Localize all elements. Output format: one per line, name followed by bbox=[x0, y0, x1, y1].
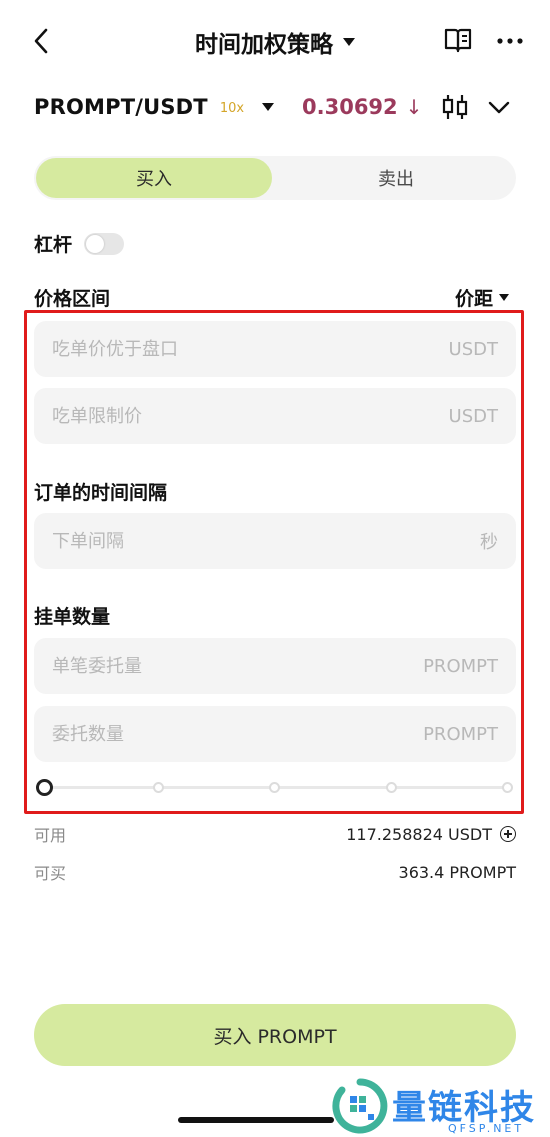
leverage-badge: 10x bbox=[219, 100, 245, 116]
price-mode-label: 价距 bbox=[455, 288, 494, 310]
buyable-value: 363.4 PROMPT bbox=[398, 862, 516, 882]
pair-symbol: PROMPT/USDT bbox=[34, 95, 208, 119]
expand-button[interactable] bbox=[486, 92, 514, 122]
slider-stop-100[interactable] bbox=[502, 782, 513, 793]
slider-stop-50[interactable] bbox=[269, 782, 280, 793]
caret-down-icon bbox=[343, 38, 355, 46]
more-dots-icon bbox=[497, 38, 523, 44]
side-tabs: 买入 卖出 bbox=[34, 156, 516, 200]
order-interval-input[interactable] bbox=[52, 530, 352, 552]
taker-limit-price-field[interactable]: USDT bbox=[34, 388, 516, 444]
taker-limit-price-input[interactable] bbox=[52, 405, 352, 427]
unit-label: PROMPT bbox=[423, 723, 498, 745]
available-row: 可用 117.258824 USDT bbox=[34, 822, 516, 846]
tab-sell[interactable]: 卖出 bbox=[276, 156, 516, 200]
more-button[interactable] bbox=[494, 26, 526, 56]
order-interval-field[interactable]: 秒 bbox=[34, 513, 516, 569]
buyable-label: 可买 bbox=[34, 864, 67, 883]
quantity-slider[interactable] bbox=[36, 778, 514, 796]
toggle-knob bbox=[86, 234, 105, 253]
arrow-down-icon: ↓ bbox=[405, 95, 423, 119]
single-order-qty-field[interactable]: PROMPT bbox=[34, 638, 516, 694]
price-mode-selector[interactable]: 价距 bbox=[455, 284, 510, 311]
total-qty-field[interactable]: PROMPT bbox=[34, 706, 516, 762]
quantity-label: 挂单数量 bbox=[34, 606, 111, 628]
unit-label: USDT bbox=[448, 338, 498, 360]
unit-label: USDT bbox=[448, 405, 498, 427]
price-value: 0.30692 bbox=[302, 95, 398, 119]
kline-chart-button[interactable] bbox=[440, 92, 470, 122]
book-icon bbox=[444, 28, 472, 53]
page-title: 时间加权策略 bbox=[195, 32, 333, 58]
buyable-row: 可买 363.4 PROMPT bbox=[34, 860, 516, 884]
caret-down-icon bbox=[499, 294, 510, 301]
caret-down-icon bbox=[262, 103, 275, 111]
total-qty-input[interactable] bbox=[52, 723, 352, 745]
available-value-wrap: 117.258824 USDT bbox=[346, 825, 516, 844]
unit-label: PROMPT bbox=[423, 655, 498, 677]
unit-label: 秒 bbox=[480, 532, 498, 553]
price-range-label: 价格区间 bbox=[34, 288, 111, 310]
taker-price-offset-input[interactable] bbox=[52, 338, 352, 360]
single-order-qty-input[interactable] bbox=[52, 655, 352, 677]
watermark-logo-icon bbox=[332, 1078, 388, 1134]
leverage-row: 杠杆 bbox=[34, 230, 125, 257]
leverage-label: 杠杆 bbox=[34, 234, 73, 256]
available-label: 可用 bbox=[34, 826, 67, 845]
slider-stop-75[interactable] bbox=[386, 782, 397, 793]
slider-handle[interactable] bbox=[36, 779, 53, 796]
chevron-down-icon bbox=[488, 101, 510, 114]
watermark: 量链科技 QFSP.NET bbox=[330, 1074, 550, 1137]
last-price: 0.30692 ↓ bbox=[302, 90, 422, 124]
candlestick-icon bbox=[442, 95, 468, 119]
taker-price-offset-field[interactable]: USDT bbox=[34, 321, 516, 377]
tab-buy[interactable]: 买入 bbox=[36, 158, 272, 198]
plus-circle-icon[interactable] bbox=[500, 826, 516, 842]
slider-stop-25[interactable] bbox=[153, 782, 164, 793]
buy-button[interactable]: 买入 PROMPT bbox=[34, 1004, 516, 1066]
available-value: 117.258824 USDT bbox=[346, 824, 492, 844]
leverage-toggle[interactable] bbox=[84, 232, 125, 255]
watermark-subtext: QFSP.NET bbox=[448, 1122, 525, 1135]
home-indicator[interactable] bbox=[178, 1117, 334, 1123]
interval-label: 订单的时间间隔 bbox=[34, 482, 168, 504]
pair-selector[interactable]: PROMPT/USDT 10x bbox=[34, 90, 275, 124]
tutorial-button[interactable] bbox=[443, 26, 475, 56]
